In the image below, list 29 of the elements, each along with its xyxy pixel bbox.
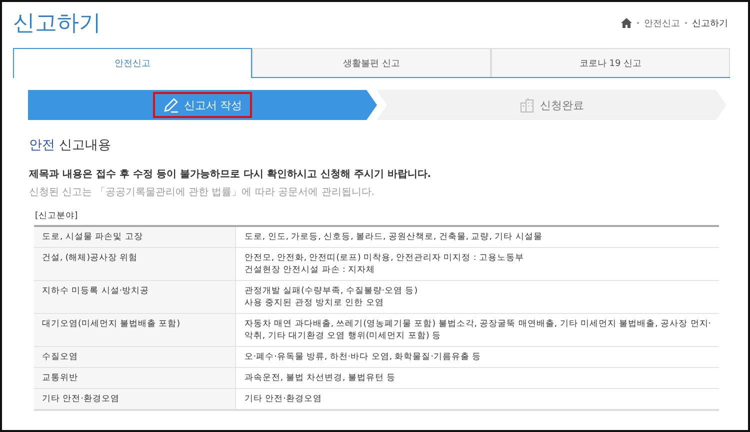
table-cell-text: 기타 안전·환경오염 (244, 393, 323, 405)
table-cell: 교통위반 (34, 368, 236, 388)
building-icon (519, 97, 535, 113)
breadcrumb-link[interactable]: 신고하기 (692, 16, 728, 30)
pencil-icon (162, 97, 179, 113)
table-cell-text: 관정개발 실패(수량부족, 수질불량·오염 등) 사용 중지된 관정 방치로 인한 오염 (244, 285, 419, 309)
home-icon[interactable] (621, 18, 632, 28)
table-cell-text: 안전모, 안전화, 안전띠(로프) 미착용, 안전관리자 미지정 : 고용노동부 건설현장 안전시설 파손 : 지자체 (244, 252, 525, 276)
step-label: 신청완료 (540, 98, 584, 112)
table-caption: [신고분야] (35, 210, 79, 222)
tab[interactable]: 생활불편 신고 (252, 48, 491, 77)
table-cell: 도로, 시설물 파손및 고장 (34, 226, 236, 248)
step-label: 신고서 작성 (184, 98, 242, 112)
page-title: 신고하기 (13, 10, 101, 38)
table-cell: 대기오염(미세먼지 불법배출 포함) (34, 314, 236, 346)
tab[interactable]: 안전신고 (13, 48, 252, 78)
table-cell: 지하수 미등록 시설·방치공 (34, 280, 236, 314)
table-cell: 자동차 매연 과다배출, 쓰레기(영농폐기물 포함) 불법소각, 공장굴뚝 매연배출, 기타 미세먼지 불법배출, 공사장 먼지· 악취, 기타 대기환경 오염 행위(미세먼지 포함) 등 (244, 318, 711, 342)
notice-text: 제목과 내용은 접수 후 수정 등이 불가능하므로 다시 확인하시고 신청해 주시기 바랍니다. (29, 168, 432, 181)
table-cell: 기타 안전·환경오염 (34, 388, 236, 410)
section-title: 안전 신고내용 (29, 137, 112, 154)
table-cell-text: 오·폐수·유독물 방류, 하천·바다 오염, 화학물질·기름유출 등 (244, 351, 482, 363)
breadcrumb-link[interactable]: 안전신고 (644, 16, 680, 30)
table-cell-text: 도로, 인도, 가로등, 신호등, 볼라드, 공원산책로, 건축물, 교량, 기타 시설물 (244, 231, 544, 243)
tab[interactable]: 코로나 19 신고 (491, 48, 730, 77)
table-cell: 건설, (해체)공사장 위험 (34, 248, 236, 280)
table-cell: 수질오염 (34, 346, 236, 368)
table-cell-text: 과속운전, 불법 차선변경, 불법유턴 등 (244, 372, 397, 384)
notice-subtext: 신청된 신고는 「공공기록물관리에 관한 법률」에 따라 공문서에 관리됩니다. (29, 186, 376, 199)
